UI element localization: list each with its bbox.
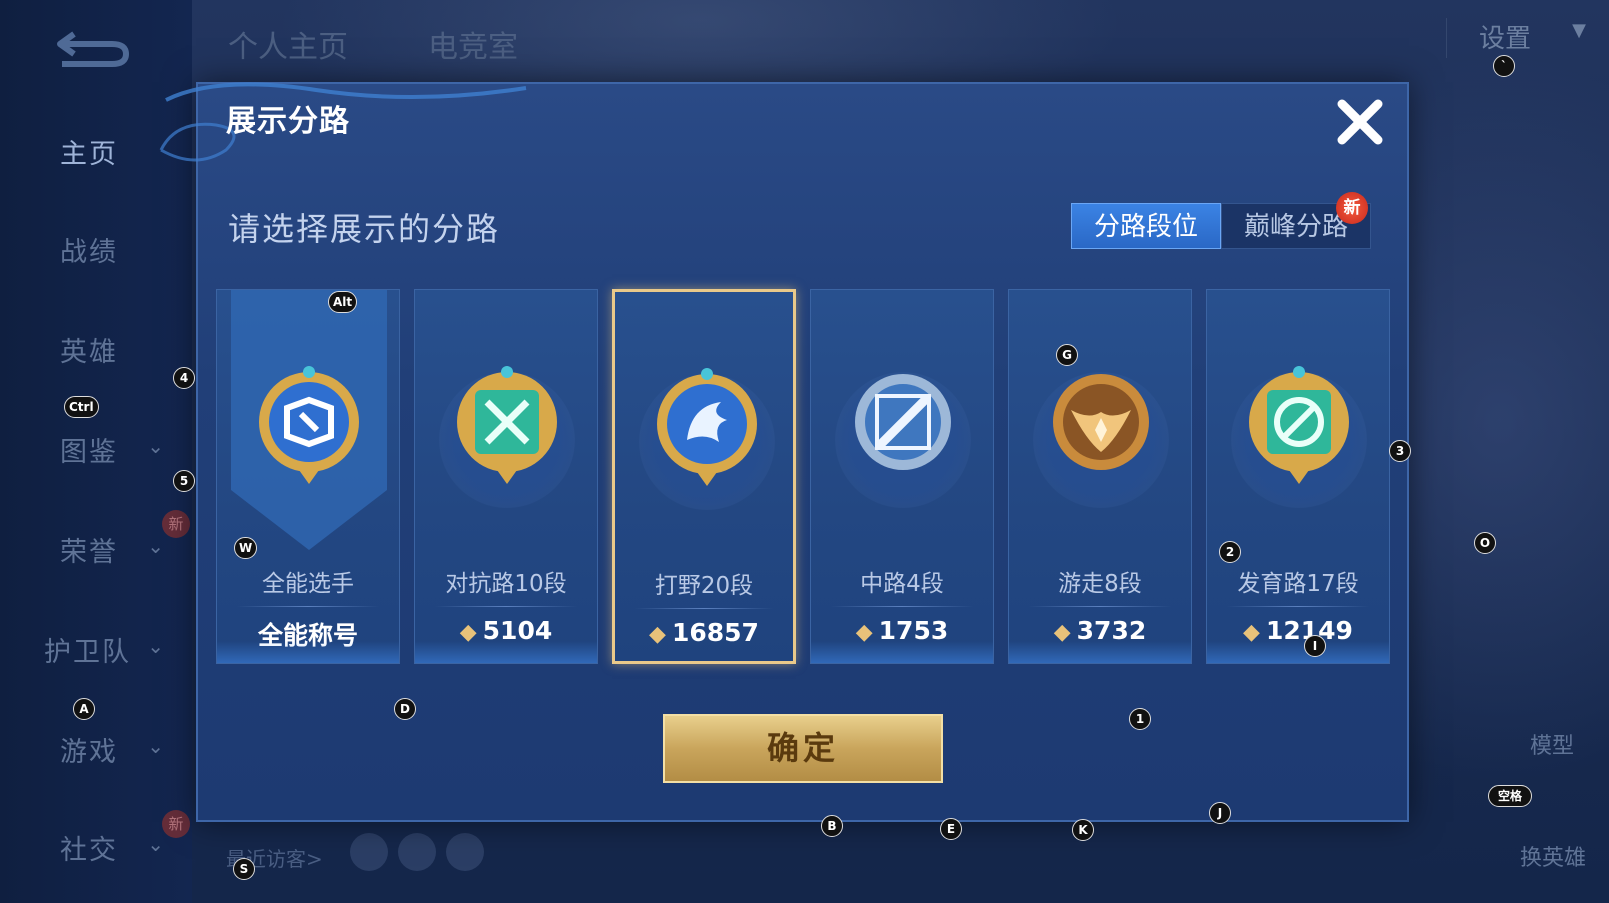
- key-hint: 4: [173, 367, 195, 389]
- avatar[interactable]: [398, 833, 436, 871]
- sidebar-item-label: 主页: [60, 139, 118, 170]
- sidebar-item-codex[interactable]: 图鉴 ⌄: [60, 430, 180, 470]
- lane-card-adc[interactable]: 发育路17段 ◆ 12149: [1206, 289, 1390, 664]
- sidebar-item-record[interactable]: 战绩: [60, 230, 200, 270]
- lane-card-roam[interactable]: 游走8段 ◆ 3732: [1008, 289, 1192, 664]
- settings-label: 设置: [1479, 24, 1532, 54]
- key-hint: J: [1209, 802, 1231, 824]
- avatar[interactable]: [350, 833, 388, 871]
- divider: [1227, 606, 1369, 607]
- swap-hero-label[interactable]: 换英雄: [1520, 840, 1586, 872]
- lane-score-value: 16857: [671, 618, 759, 647]
- key-hint: 3: [1389, 440, 1411, 462]
- sidebar-item-label: 荣誉: [60, 537, 118, 568]
- new-badge: 新: [1336, 192, 1368, 224]
- lane-card-jungle[interactable]: 打野20段 ◆ 16857: [612, 289, 796, 664]
- adc-lane-emblem-icon: [1249, 366, 1349, 484]
- key-hint: O: [1474, 532, 1496, 554]
- key-hint: 1: [1129, 708, 1151, 730]
- key-hint: E: [940, 818, 962, 840]
- card-glow: [1207, 641, 1389, 663]
- divider: [831, 606, 973, 607]
- key-hint: I: [1304, 635, 1326, 657]
- mid-lane-emblem-icon: [855, 374, 951, 470]
- key-hint: 5: [173, 470, 195, 492]
- card-glow: [1009, 641, 1191, 663]
- roam-emblem-icon: [1053, 374, 1149, 470]
- lane-card-all-round[interactable]: 全能选手 全能称号: [216, 289, 400, 664]
- jungle-emblem-icon: [657, 368, 757, 486]
- lane-name: 全能选手: [262, 571, 354, 597]
- chevron-down-icon: ⌄: [147, 734, 166, 758]
- back-arrow-icon[interactable]: [52, 28, 132, 68]
- new-badge: 新: [162, 810, 190, 838]
- sidebar-item-heroes[interactable]: 英雄: [60, 330, 200, 370]
- model-label[interactable]: 模型: [1530, 728, 1574, 760]
- sidebar-item-social[interactable]: 社交 ⌄: [60, 828, 180, 868]
- lane-card-top[interactable]: 对抗路10段 ◆ 5104: [414, 289, 598, 664]
- sidebar-item-guard[interactable]: 护卫队 ⌄: [44, 630, 180, 670]
- chevron-down-icon: ▼: [1572, 20, 1586, 41]
- dialog-title: 展示分路: [226, 104, 350, 139]
- key-hint: `: [1493, 55, 1515, 77]
- divider: [435, 606, 577, 607]
- sidebar-item-label: 图鉴: [60, 437, 118, 468]
- avatar[interactable]: [446, 833, 484, 871]
- key-hint: 空格: [1488, 785, 1532, 807]
- all-round-emblem-icon: [259, 366, 359, 484]
- sidebar-item-games[interactable]: 游戏 ⌄: [60, 730, 180, 770]
- chevron-down-icon: ⌄: [147, 832, 166, 856]
- tab-lane-rank[interactable]: 分路段位: [1071, 203, 1221, 249]
- sidebar-item-label: 游戏: [60, 737, 118, 768]
- sidebar-item-label: 英雄: [60, 337, 118, 368]
- divider: [635, 608, 773, 609]
- card-glow: [811, 641, 993, 663]
- key-hint: 2: [1219, 541, 1241, 563]
- key-hint: B: [821, 815, 843, 837]
- sidebar-item-honor[interactable]: 荣誉 ⌄: [60, 530, 180, 570]
- sidebar-item-label: 护卫队: [44, 637, 131, 668]
- lane-name: 发育路17段: [1237, 571, 1359, 597]
- chevron-down-icon: ⌄: [147, 434, 166, 458]
- tab-profile[interactable]: 个人主页: [228, 22, 348, 66]
- close-icon[interactable]: [1334, 96, 1386, 148]
- new-badge: 新: [162, 510, 190, 538]
- lane-card-mid[interactable]: 中路4段 ◆ 1753: [810, 289, 994, 664]
- settings-button[interactable]: 设置 ▼: [1446, 18, 1596, 58]
- lane-score: ◆ 16857: [615, 618, 793, 647]
- tab-esports[interactable]: 电竞室: [428, 22, 518, 66]
- key-hint: Alt: [328, 291, 358, 313]
- sidebar-item-label: 社交: [60, 835, 118, 866]
- divider: [1029, 606, 1171, 607]
- chevron-down-icon: ⌄: [147, 534, 166, 558]
- chevron-down-icon: ⌄: [147, 634, 166, 658]
- key-hint: D: [394, 698, 416, 720]
- key-hint: Ctrl: [64, 396, 99, 418]
- lane-name: 对抗路10段: [445, 571, 567, 597]
- card-glow: [415, 641, 597, 663]
- dialog-subtitle: 请选择展示的分路: [228, 210, 501, 248]
- key-hint: G: [1056, 344, 1078, 366]
- key-hint: W: [234, 537, 258, 559]
- top-lane-emblem-icon: [457, 366, 557, 484]
- lane-name: 游走8段: [1058, 571, 1142, 597]
- key-hint: A: [73, 698, 95, 720]
- lane-name: 中路4段: [860, 571, 944, 597]
- key-hint: S: [233, 858, 255, 880]
- points-icon: ◆: [649, 622, 666, 647]
- key-hint: K: [1072, 819, 1094, 841]
- confirm-button[interactable]: 确定: [663, 714, 943, 783]
- card-glow: [217, 641, 399, 663]
- lane-name: 打野20段: [654, 573, 754, 599]
- divider: [237, 606, 379, 607]
- sidebar-item-label: 战绩: [60, 237, 118, 268]
